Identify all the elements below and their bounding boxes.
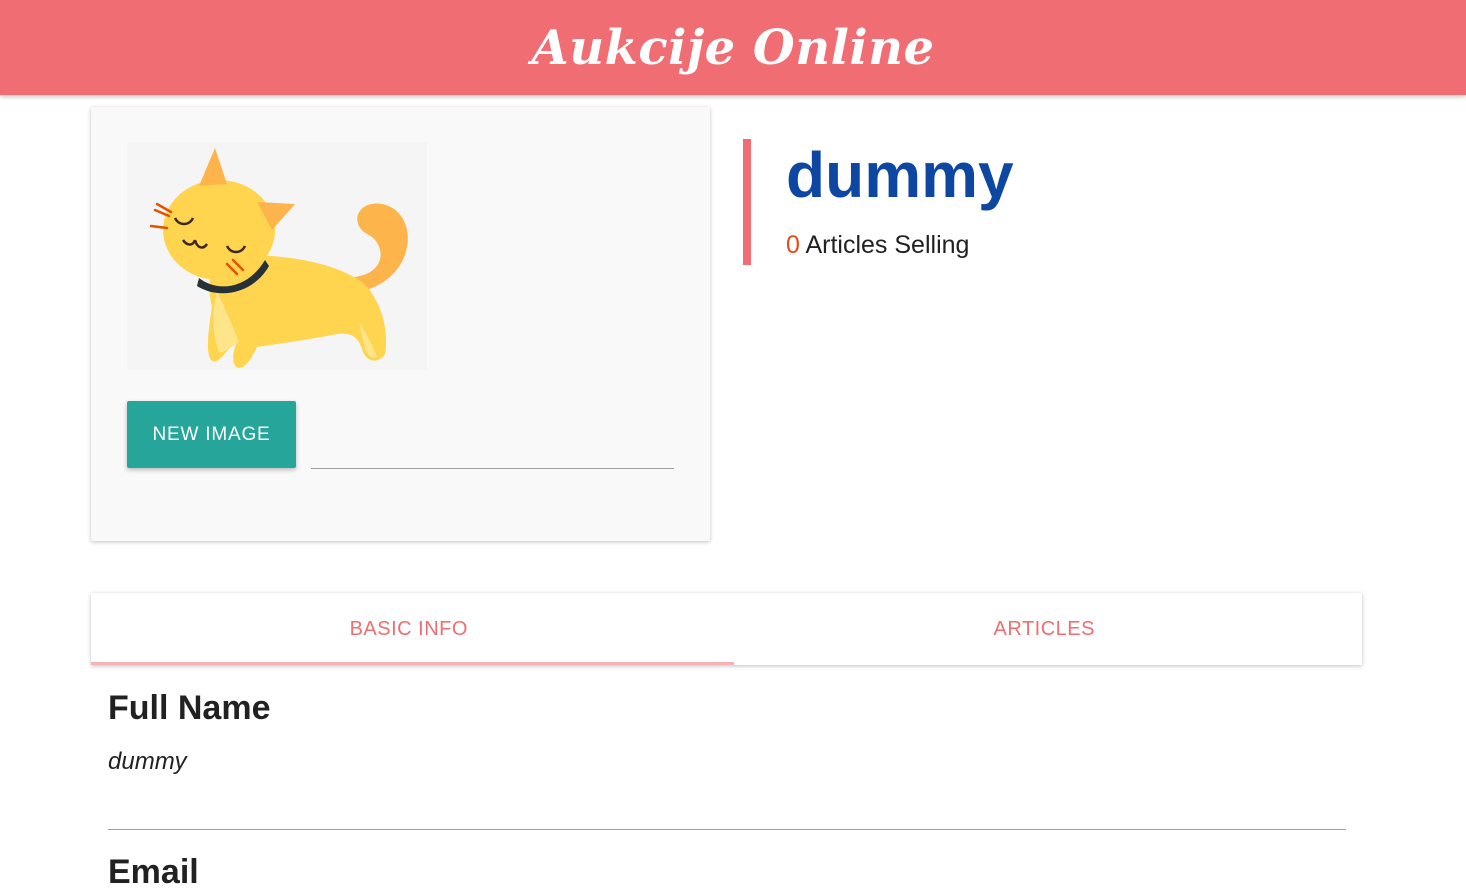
cat-illustration-icon xyxy=(149,148,408,368)
profile-tabs: BASIC INFO ARTICLES xyxy=(91,593,1362,665)
file-path-input[interactable] xyxy=(311,433,674,469)
avatar xyxy=(127,142,427,370)
app-header: Aukcije Online xyxy=(0,0,1466,95)
full-name-value: dummy xyxy=(108,748,187,775)
tab-basic-info[interactable]: BASIC INFO xyxy=(91,593,727,665)
articles-selling-stat: 0 Articles Selling xyxy=(786,231,1243,260)
active-tab-indicator xyxy=(91,662,734,665)
articles-count: 0 xyxy=(786,231,800,259)
articles-label: Articles Selling xyxy=(799,231,970,259)
tab-articles[interactable]: ARTICLES xyxy=(727,593,1363,665)
username-heading: dummy xyxy=(786,139,1014,211)
profile-header: dummy 0 Articles Selling xyxy=(743,139,1243,265)
profile-image-card: NEW IMAGE xyxy=(91,107,710,541)
app-title: Aukcije Online xyxy=(531,19,935,76)
full-name-field: Full Name dummy xyxy=(108,689,1346,776)
full-name-label: Full Name xyxy=(108,689,271,727)
section-divider xyxy=(108,829,1346,830)
new-image-button[interactable]: NEW IMAGE xyxy=(127,401,296,468)
email-field: Email xyxy=(108,853,1346,892)
email-label: Email xyxy=(108,853,199,891)
